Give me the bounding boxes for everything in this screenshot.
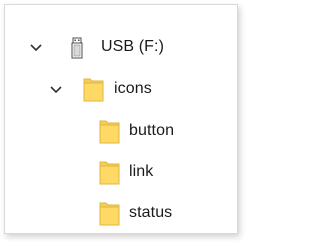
folder-label: status — [129, 204, 173, 221]
chevron-down-icon[interactable] — [49, 83, 63, 97]
folder-icon — [83, 78, 104, 102]
tree-item-usb-drive[interactable]: USB (F:) — [5, 33, 235, 63]
folder-label: link — [129, 163, 154, 180]
folder-icon — [99, 120, 120, 144]
tree-item-icons-folder[interactable]: icons — [5, 75, 235, 105]
chevron-down-icon[interactable] — [29, 41, 43, 55]
drive-label: USB (F:) — [101, 38, 165, 55]
tree-item-status-folder[interactable]: status — [5, 199, 235, 229]
folder-label: button — [129, 122, 175, 139]
tree-item-button-folder[interactable]: button — [5, 117, 235, 147]
folder-label: icons — [114, 80, 152, 97]
folder-icon — [99, 202, 120, 226]
folder-icon — [99, 161, 120, 185]
usb-drive-icon — [69, 37, 85, 59]
tree-item-link-folder[interactable]: link — [5, 158, 235, 188]
folder-tree-panel: USB (F:) icons button link status — [4, 4, 238, 234]
